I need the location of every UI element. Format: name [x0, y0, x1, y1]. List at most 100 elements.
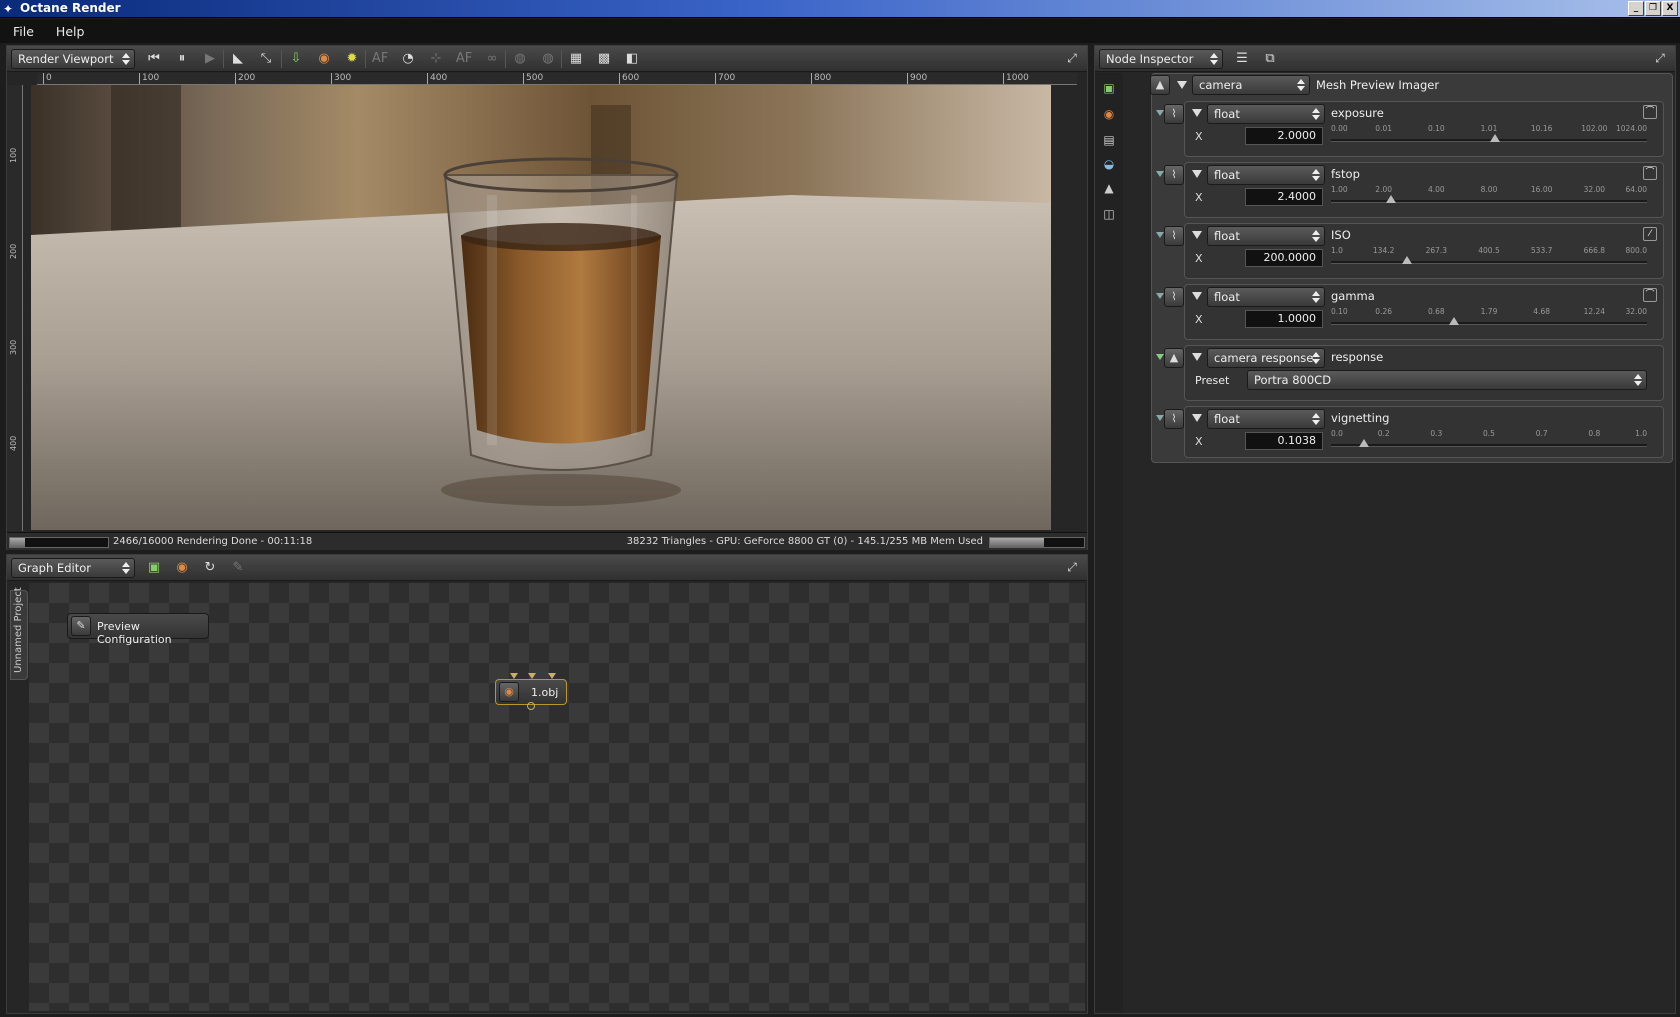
checker-pattern-icon[interactable]: ▩ [595, 50, 613, 68]
grid-pattern-icon[interactable]: ▦ [567, 50, 585, 68]
environment-icon[interactable]: ◒ [1100, 155, 1118, 173]
maximize-viewport-icon[interactable]: ⤢ [1065, 51, 1079, 65]
preset-combo[interactable]: Portra 800CD [1247, 370, 1647, 390]
expand-toggle-icon[interactable] [1191, 351, 1203, 363]
value-input[interactable]: 200.0000 [1245, 249, 1323, 267]
maximize-graph-icon[interactable]: ⤢ [1065, 560, 1079, 574]
expand-toggle-icon[interactable] [1191, 229, 1203, 241]
input-pin-icon[interactable] [548, 673, 556, 679]
imager-icon[interactable]: ▲ [1100, 179, 1118, 197]
project-tab[interactable]: Unnamed Project [10, 587, 28, 680]
autofocus-icon[interactable]: AF [371, 50, 389, 68]
value-slider[interactable]: 0.00 0.01 0.10 1.01 10.16 102.00 1024.00 [1331, 124, 1647, 148]
af-toggle-icon[interactable]: AF [455, 50, 473, 68]
input-pin-icon[interactable] [528, 673, 536, 679]
param-type-combo[interactable]: float [1207, 104, 1325, 124]
render-progress-bar [9, 537, 109, 548]
value-slider[interactable]: 0.10 0.26 0.68 1.79 4.68 12.24 32.00 [1331, 307, 1647, 331]
curve-icon[interactable]: ⌒ [1643, 166, 1657, 180]
pin-connector-icon[interactable] [1156, 232, 1164, 238]
binoculars-icon[interactable]: ∞ [483, 50, 501, 68]
value-slider[interactable]: 1.00 2.00 4.00 8.00 16.00 32.00 64.00 [1331, 185, 1647, 209]
material-picker-icon[interactable]: ◉ [315, 50, 333, 68]
camera-reset-icon[interactable]: ⇩ [287, 50, 305, 68]
slider-tick-label: 0.26 [1375, 307, 1393, 316]
collapse-all-icon[interactable]: ☰ [1233, 50, 1251, 68]
render-image[interactable] [31, 85, 1051, 530]
mesh-icon[interactable]: ◉ [1100, 105, 1118, 123]
value-slider[interactable]: 1.0 134.2 267.3 400.5 533.7 666.8 800.0 [1331, 246, 1647, 270]
param-type-combo[interactable]: float [1207, 287, 1325, 307]
slider-knob[interactable] [1401, 256, 1412, 264]
focus-picker-icon[interactable]: ◣ [229, 50, 247, 68]
slider-knob[interactable] [1490, 134, 1501, 142]
expand-toggle-icon[interactable] [1176, 79, 1188, 91]
pin-connector-icon[interactable] [1156, 415, 1164, 421]
preview-configuration-node[interactable]: ✎ Preview Configuration [67, 613, 209, 646]
value-input[interactable]: 2.0000 [1245, 127, 1323, 145]
value-input[interactable]: 2.4000 [1245, 188, 1323, 206]
float-node-icon: ⌇ [1164, 165, 1184, 185]
minimize-button[interactable]: _ [1628, 1, 1644, 16]
root-type-combo[interactable]: camera [1192, 75, 1310, 95]
expand-toggle-icon[interactable] [1191, 168, 1203, 180]
reload-icon[interactable]: ↻ [201, 559, 219, 577]
graph-canvas[interactable]: ✎ Preview Configuration ◉ 1.obj [29, 583, 1085, 1011]
value-input[interactable]: 1.0000 [1245, 310, 1323, 328]
combo-arrows-icon [1312, 107, 1320, 121]
expand-all-icon[interactable]: ⧉ [1261, 50, 1279, 68]
slider-knob[interactable] [1358, 439, 1369, 447]
graph-selector[interactable]: Graph Editor [11, 558, 135, 578]
param-type-combo[interactable]: float [1207, 409, 1325, 429]
clear-region-icon[interactable]: ◍ [539, 50, 557, 68]
pause-render-icon[interactable]: ⏸ [173, 50, 191, 68]
slider-tick-label: 0.0 [1331, 429, 1343, 438]
white-point-picker-icon[interactable]: ✹ [343, 50, 361, 68]
linear-icon[interactable]: ⁄ [1643, 227, 1657, 241]
expand-toggle-icon[interactable] [1191, 290, 1203, 302]
input-pin-icon[interactable] [510, 673, 518, 679]
pin-connector-icon[interactable] [1156, 110, 1164, 116]
lock-icon[interactable]: ◔ [399, 50, 417, 68]
mesh-node[interactable]: ◉ 1.obj [495, 673, 567, 710]
menu-file[interactable]: File [13, 24, 34, 39]
value-slider[interactable]: 0.0 0.2 0.3 0.5 0.7 0.8 1.0 [1331, 429, 1647, 453]
menu-help[interactable]: Help [56, 24, 85, 39]
region-render-icon[interactable]: ◍ [511, 50, 529, 68]
start-render-icon[interactable]: ▶ [201, 50, 219, 68]
expand-toggle-icon[interactable] [1191, 412, 1203, 424]
pin-connector-icon[interactable] [1156, 171, 1164, 177]
curve-icon[interactable]: ⌒ [1643, 105, 1657, 119]
restart-render-icon[interactable]: ⏮ [145, 50, 163, 68]
split-view-icon[interactable]: ◧ [623, 50, 641, 68]
kernel-icon[interactable]: ▤ [1100, 131, 1118, 149]
slider-knob[interactable] [1449, 317, 1460, 325]
render-target-icon[interactable]: ▣ [1100, 79, 1118, 97]
crosshair-icon[interactable]: ⊹ [427, 50, 445, 68]
axis-label: X [1195, 435, 1203, 448]
slider-tick-label: 2.00 [1375, 185, 1393, 194]
output-pin-icon[interactable] [527, 702, 535, 710]
delete-node-icon[interactable]: ✎ [229, 559, 247, 577]
maximize-button[interactable]: ❐ [1645, 1, 1661, 16]
zoom-region-icon[interactable]: ⤡ [257, 50, 275, 68]
response-type-combo[interactable]: camera response [1207, 348, 1325, 368]
slider-tick-label: 0.7 [1535, 429, 1548, 438]
curve-icon[interactable]: ⌒ [1643, 288, 1657, 302]
maximize-inspector-icon[interactable]: ⤢ [1653, 51, 1667, 65]
new-node-icon[interactable]: ▣ [145, 559, 163, 577]
param-type-combo[interactable]: float [1207, 226, 1325, 246]
value-input[interactable]: 0.1038 [1245, 432, 1323, 450]
load-mesh-icon[interactable]: ◉ [173, 559, 191, 577]
viewport-selector[interactable]: Render Viewport [11, 49, 135, 69]
expand-toggle-icon[interactable] [1191, 107, 1203, 119]
slider-knob[interactable] [1386, 195, 1397, 203]
inspector-selector[interactable]: Node Inspector [1099, 49, 1223, 69]
slider-tick-label: 666.8 [1583, 246, 1606, 255]
slider-tick-label: 16.00 [1530, 185, 1553, 194]
pin-connector-icon[interactable] [1156, 293, 1164, 299]
camera-icon[interactable]: ◫ [1100, 205, 1118, 223]
param-type-combo[interactable]: float [1207, 165, 1325, 185]
close-button[interactable]: X [1662, 1, 1678, 16]
pin-connector-icon[interactable] [1156, 354, 1164, 360]
